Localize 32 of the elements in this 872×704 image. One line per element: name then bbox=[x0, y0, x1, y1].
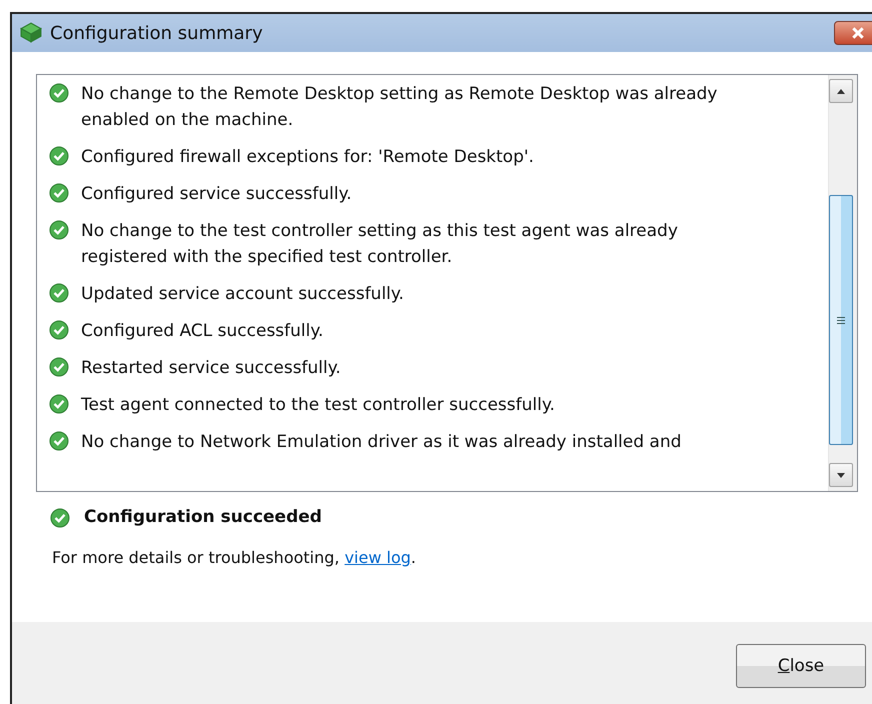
result-text: No change to the test controller setting as this test agent was already registered with the specified test controller. bbox=[81, 220, 679, 269]
checkmark-icon bbox=[49, 83, 69, 103]
close-icon[interactable] bbox=[834, 21, 872, 45]
scroll-thumb[interactable] bbox=[829, 195, 853, 445]
checkmark-icon bbox=[49, 357, 69, 377]
result-text: Configured firewall exceptions for: 'Remote Desktop'. bbox=[81, 146, 534, 169]
details-text: For more details or troubleshooting, view log. bbox=[52, 548, 417, 567]
result-text: Configured service successfully. bbox=[81, 183, 352, 206]
checkmark-icon bbox=[49, 320, 69, 340]
up-arrow-icon bbox=[837, 88, 845, 94]
scroll-up-button[interactable] bbox=[829, 79, 853, 103]
down-arrow-icon bbox=[837, 472, 845, 478]
result-text: No change to Network Emulation driver as it was already installed and bbox=[81, 431, 682, 454]
result-text: Test agent connected to the test controller successfully. bbox=[81, 394, 555, 417]
result-text: Restarted service successfully. bbox=[81, 357, 341, 380]
checkmark-icon bbox=[49, 283, 69, 303]
view-log-link[interactable]: view log bbox=[344, 548, 411, 567]
close-button[interactable]: Close bbox=[736, 644, 866, 688]
checkmark-icon bbox=[50, 508, 70, 528]
checkmark-icon bbox=[49, 431, 69, 451]
checkmark-icon bbox=[49, 183, 69, 203]
checkmark-icon bbox=[49, 394, 69, 414]
result-text: Configured ACL successfully. bbox=[81, 320, 324, 343]
window-title: Configuration summary bbox=[50, 22, 263, 44]
checkmark-icon bbox=[49, 146, 69, 166]
result-text: Updated service account successfully. bbox=[81, 283, 404, 306]
scrollbar[interactable] bbox=[828, 75, 857, 491]
result-text: No change to the Remote Desktop setting as Remote Desktop was already enabled on the machine. bbox=[81, 83, 718, 132]
checkmark-icon bbox=[49, 220, 69, 240]
scroll-down-button[interactable] bbox=[829, 463, 853, 487]
app-icon bbox=[20, 22, 42, 44]
status-message: Configuration succeeded bbox=[84, 507, 322, 527]
